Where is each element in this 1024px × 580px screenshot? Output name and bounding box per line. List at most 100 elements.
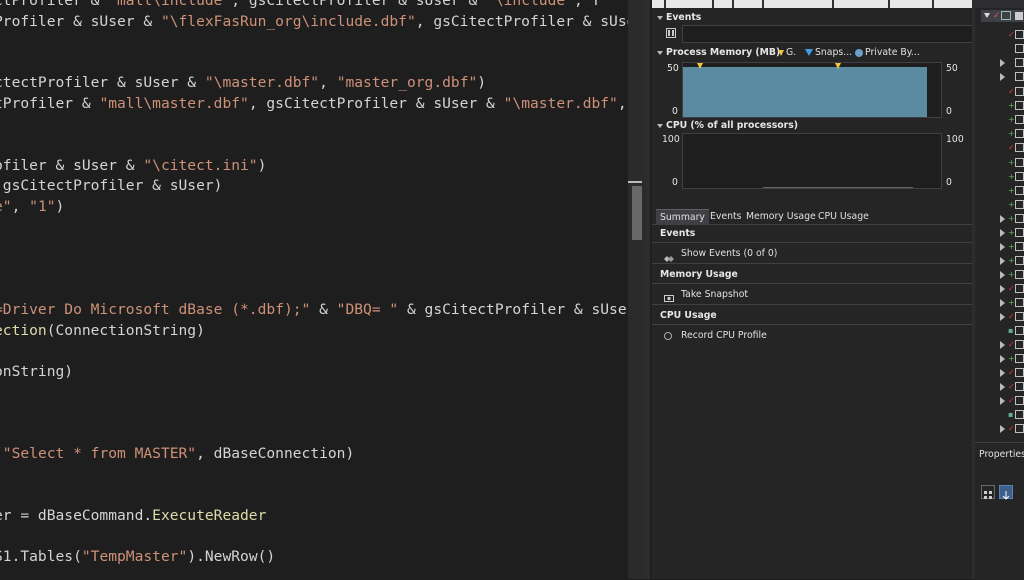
expand-arrow-icon[interactable]: [1000, 215, 1005, 223]
expand-arrow-icon[interactable]: [1000, 355, 1005, 363]
solution-tree-item[interactable]: ✓: [975, 85, 1024, 99]
solution-tree-item[interactable]: ✓: [975, 394, 1024, 408]
expand-arrow-icon[interactable]: [1000, 341, 1005, 349]
legend-gc[interactable]: G.: [778, 47, 796, 58]
code-token: ,: [319, 74, 337, 92]
code-line[interactable]: er = dBaseCommand.ExecuteReader: [0, 506, 266, 526]
events-timeline[interactable]: [682, 25, 972, 43]
expand-arrow-icon[interactable]: [1000, 299, 1005, 307]
solution-tree-item[interactable]: ✓: [975, 28, 1024, 42]
record-cpu-row[interactable]: Record CPU Profile: [652, 326, 972, 346]
legend-private-bytes[interactable]: Private By...: [855, 47, 920, 58]
expand-arrow-icon[interactable]: [1000, 313, 1005, 321]
solution-tree-item[interactable]: ✓: [975, 380, 1024, 394]
code-token: & gsCitectProfiler & sUser: [398, 301, 628, 318]
file-icon: [1015, 270, 1024, 279]
expand-arrow-icon[interactable]: [1000, 425, 1005, 433]
expand-arrow-icon[interactable]: [1000, 369, 1005, 377]
expand-arrow-icon[interactable]: [1000, 285, 1005, 293]
solution-tree-item[interactable]: ✓: [975, 422, 1024, 436]
solution-tree-item[interactable]: +: [975, 184, 1024, 198]
solution-tree-item[interactable]: +: [975, 296, 1024, 310]
code-line[interactable]: ctectProfiler & sUser & "\master.dbf", "…: [0, 73, 486, 93]
code-line[interactable]: tProfiler & "mall\master.dbf", gsCitectP…: [0, 94, 627, 114]
solution-tree-item[interactable]: +: [975, 352, 1024, 366]
scrollbar-thumb[interactable]: [632, 186, 642, 240]
record-cpu-button[interactable]: Record CPU Profile: [681, 330, 767, 341]
code-line[interactable]: =Driver Do Microsoft dBase (*.dbf);" & "…: [0, 300, 628, 320]
solution-tree-item[interactable]: +: [975, 127, 1024, 141]
tab-memory-usage[interactable]: Memory Usage: [742, 209, 820, 224]
memory-graph[interactable]: [682, 62, 942, 118]
solution-tree-item[interactable]: ✓: [975, 310, 1024, 324]
tab-events[interactable]: Events: [706, 209, 745, 224]
code-token: , dBaseConnection): [196, 445, 355, 463]
timeline-ruler[interactable]: [652, 0, 972, 8]
collapse-events-icon[interactable]: [657, 16, 663, 20]
collapse-memory-icon[interactable]: [657, 51, 663, 55]
legend-snapshot[interactable]: Snaps...: [805, 47, 852, 58]
code-line[interactable]: S1.Tables("TempMaster").NewRow(): [0, 547, 275, 567]
memory-axis-max-right: 50: [946, 63, 958, 74]
expand-arrow-icon[interactable]: [1000, 383, 1005, 391]
code-line[interactable]: ection(ConnectionString): [0, 321, 205, 341]
solution-tree-item[interactable]: +: [975, 268, 1024, 282]
solution-tree-item[interactable]: ▪: [975, 408, 1024, 422]
gc-marker-icon[interactable]: [835, 63, 841, 69]
alphabetical-sort-icon[interactable]: [999, 485, 1013, 500]
expand-arrow-icon[interactable]: [1000, 59, 1005, 67]
pause-events-icon[interactable]: [666, 28, 676, 38]
solution-tree-item[interactable]: +: [975, 170, 1024, 184]
code-token: "\include": [486, 0, 574, 9]
solution-tree-item[interactable]: ▪: [975, 324, 1024, 338]
tab-summary[interactable]: Summary: [656, 209, 709, 225]
collapse-cpu-icon[interactable]: [657, 124, 663, 128]
code-token: , T: [573, 0, 601, 9]
solution-tree-item[interactable]: [975, 56, 1024, 70]
solution-tree-item[interactable]: +: [975, 212, 1024, 226]
expand-arrow-icon[interactable]: [1000, 397, 1005, 405]
show-events-link[interactable]: Show Events (0 of 0): [681, 248, 777, 259]
solution-tree-item[interactable]: +: [975, 254, 1024, 268]
expand-arrow-icon[interactable]: [1000, 73, 1005, 81]
cpu-graph[interactable]: [682, 133, 942, 189]
code-token: ofiler & sUser &: [0, 156, 144, 174]
code-token: "mall\master.dbf": [99, 95, 249, 112]
categorized-view-icon[interactable]: [981, 485, 995, 499]
solution-tree-item[interactable]: +: [975, 113, 1024, 127]
show-events-row[interactable]: Show Events (0 of 0): [652, 244, 972, 264]
code-line[interactable]: ctProfiler & "mall\include", gsCitectPro…: [0, 0, 600, 11]
code-line[interactable]: ("Select * from MASTER", dBaseConnection…: [0, 444, 354, 464]
code-line[interactable]: ofiler & sUser & "\citect.ini"): [0, 156, 266, 176]
solution-tree-item[interactable]: ✓: [975, 338, 1024, 352]
added-icon: +: [1008, 186, 1015, 195]
solution-node-selected[interactable]: ✓: [981, 10, 1024, 22]
solution-tree-item[interactable]: +: [975, 198, 1024, 212]
checkmark-icon: ✓: [1008, 368, 1015, 377]
expand-arrow-icon[interactable]: [1000, 271, 1005, 279]
code-line[interactable]: Profiler & sUser & "\flexFasRun_org\incl…: [0, 12, 628, 32]
gc-marker-icon[interactable]: [697, 63, 703, 69]
solution-tree-item[interactable]: [975, 42, 1024, 56]
take-snapshot-row[interactable]: Take Snapshot: [652, 285, 972, 305]
solution-tree-item[interactable]: ✓: [975, 282, 1024, 296]
solution-tree-item[interactable]: +: [975, 226, 1024, 240]
expand-arrow-icon[interactable]: [1000, 229, 1005, 237]
solution-tree-item[interactable]: ✓: [975, 366, 1024, 380]
code-line[interactable]: e", "1"): [0, 197, 64, 217]
tab-cpu-usage[interactable]: CPU Usage: [814, 209, 873, 224]
panel-splitter[interactable]: [646, 0, 650, 579]
expand-arrow-icon[interactable]: [984, 13, 990, 18]
editor-scrollbar[interactable]: [628, 0, 646, 579]
solution-tree-item[interactable]: ✓: [975, 141, 1024, 155]
solution-tree-item[interactable]: +: [975, 240, 1024, 254]
solution-tree-item[interactable]: +: [975, 156, 1024, 170]
solution-tree-item[interactable]: [975, 70, 1024, 84]
expand-arrow-icon[interactable]: [1000, 257, 1005, 265]
code-line[interactable]: onString): [0, 362, 73, 382]
take-snapshot-button[interactable]: Take Snapshot: [681, 289, 748, 300]
code-editor[interactable]: ctProfiler & "mall\include", gsCitectPro…: [0, 0, 628, 579]
code-line[interactable]: gsCitectProfiler & sUser): [0, 176, 223, 196]
expand-arrow-icon[interactable]: [1000, 243, 1005, 251]
solution-tree-item[interactable]: +: [975, 99, 1024, 113]
